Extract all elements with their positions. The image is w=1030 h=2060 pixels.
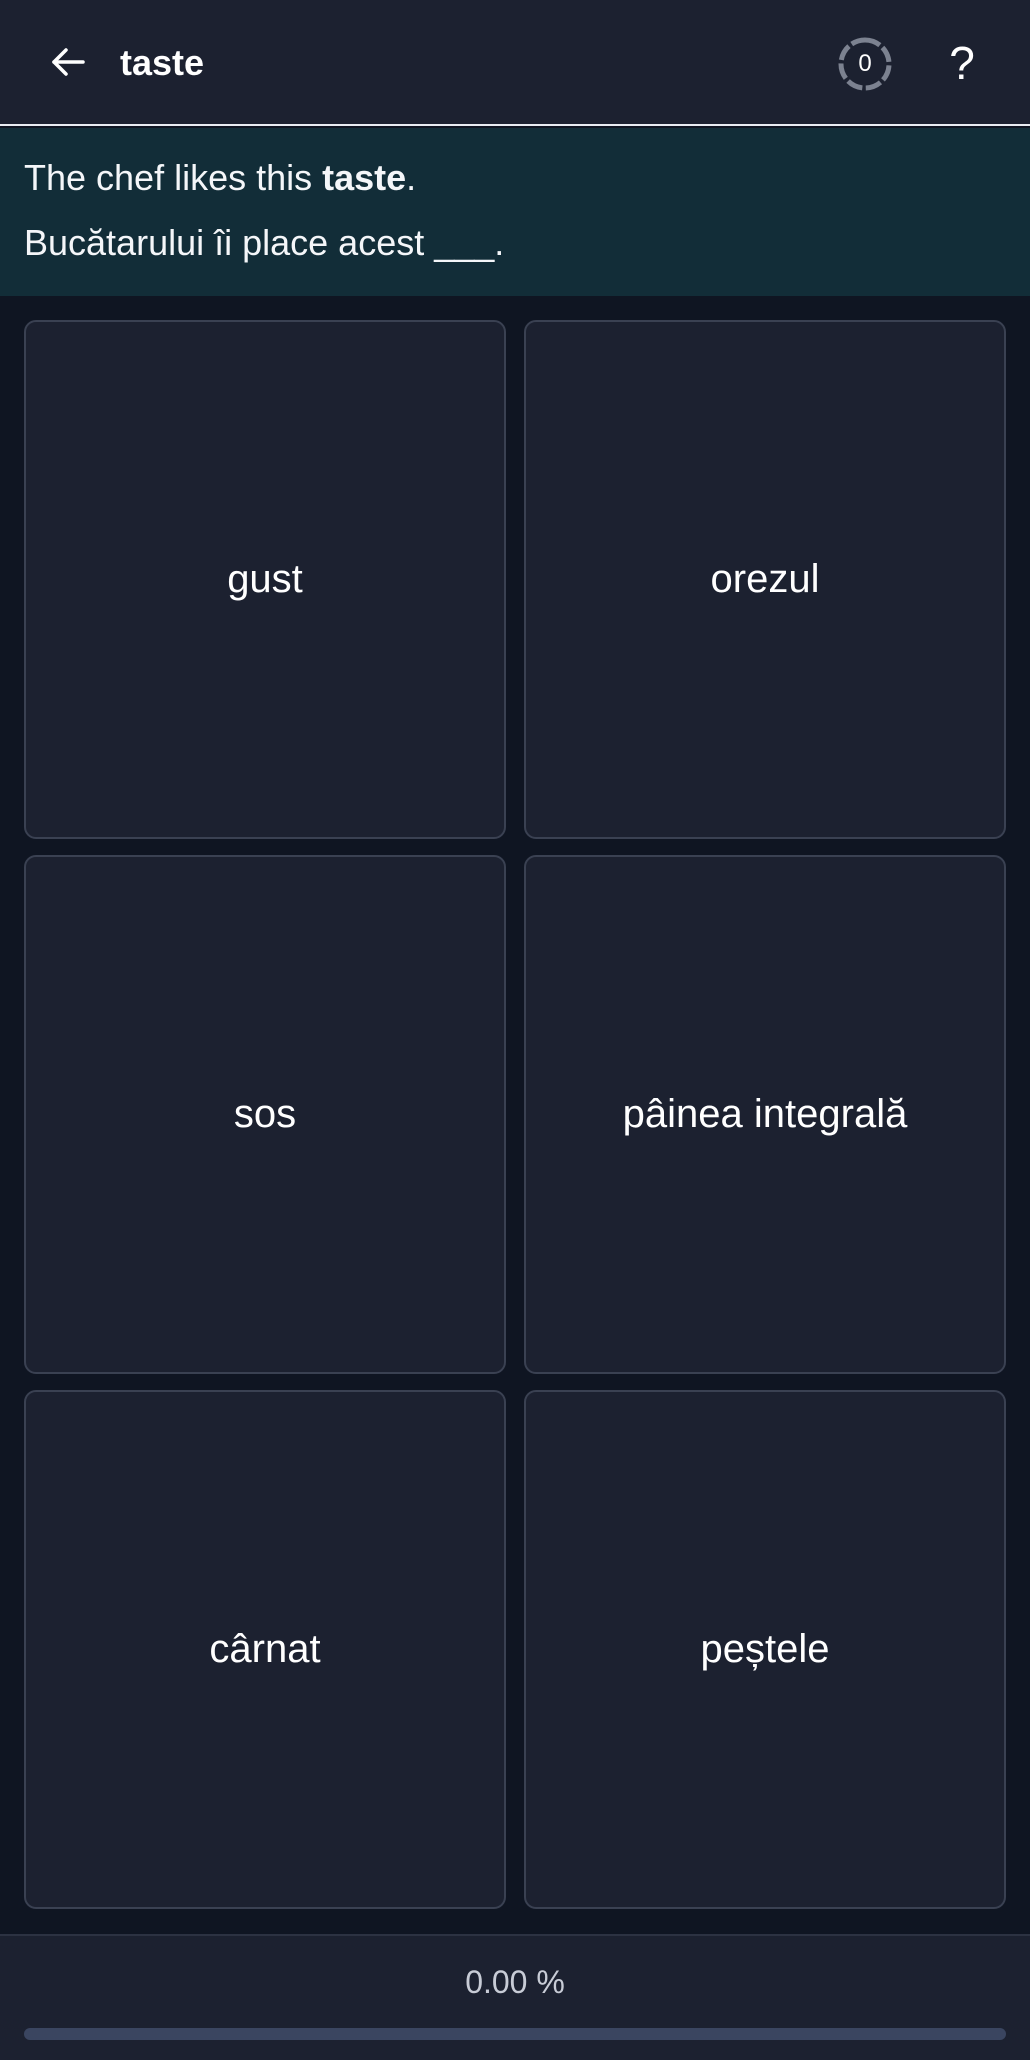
answer-option[interactable]: cârnat: [24, 1390, 506, 1909]
progress-percentage: 0.00 %: [465, 1964, 565, 2000]
timer-indicator[interactable]: 0: [837, 36, 893, 92]
answer-option[interactable]: peștele: [524, 1390, 1006, 1909]
back-button[interactable]: [40, 34, 96, 90]
help-button[interactable]: ?: [934, 30, 990, 96]
option-label: pâinea integrală: [622, 1092, 908, 1136]
answer-option[interactable]: pâinea integrală: [524, 855, 1006, 1374]
answer-option[interactable]: orezul: [524, 320, 1006, 839]
timer-count: 0: [858, 50, 872, 77]
option-label: cârnat: [209, 1627, 321, 1671]
answer-option[interactable]: gust: [24, 320, 506, 839]
option-label: orezul: [710, 557, 820, 601]
answer-options: gust orezul sos pâinea integrală cârnat …: [24, 320, 1006, 1909]
english-sentence: The chef likes this taste.: [24, 154, 1006, 202]
sentence-start: The chef likes this: [24, 157, 323, 198]
highlighted-word: taste: [322, 157, 407, 198]
top-bar: taste 0 ?: [0, 0, 1030, 126]
option-label: sos: [233, 1092, 297, 1136]
answer-option[interactable]: sos: [24, 855, 506, 1374]
question-mark-icon: ?: [949, 37, 975, 89]
question-prompt: The chef likes this taste. Bucătarului î…: [0, 128, 1030, 296]
page-title: taste: [120, 42, 205, 83]
option-label: peștele: [700, 1627, 830, 1671]
progress-footer: 0.00 %: [0, 1934, 1030, 2060]
sentence-end: .: [406, 157, 417, 198]
arrow-left-icon: [52, 48, 85, 76]
progress-bar: [24, 2028, 1006, 2040]
translation-sentence: Bucătarului îi place acest ___.: [24, 222, 505, 263]
option-label: gust: [227, 557, 303, 601]
quiz-screen: taste 0 ? The chef likes this taste. Buc…: [0, 0, 1030, 2060]
